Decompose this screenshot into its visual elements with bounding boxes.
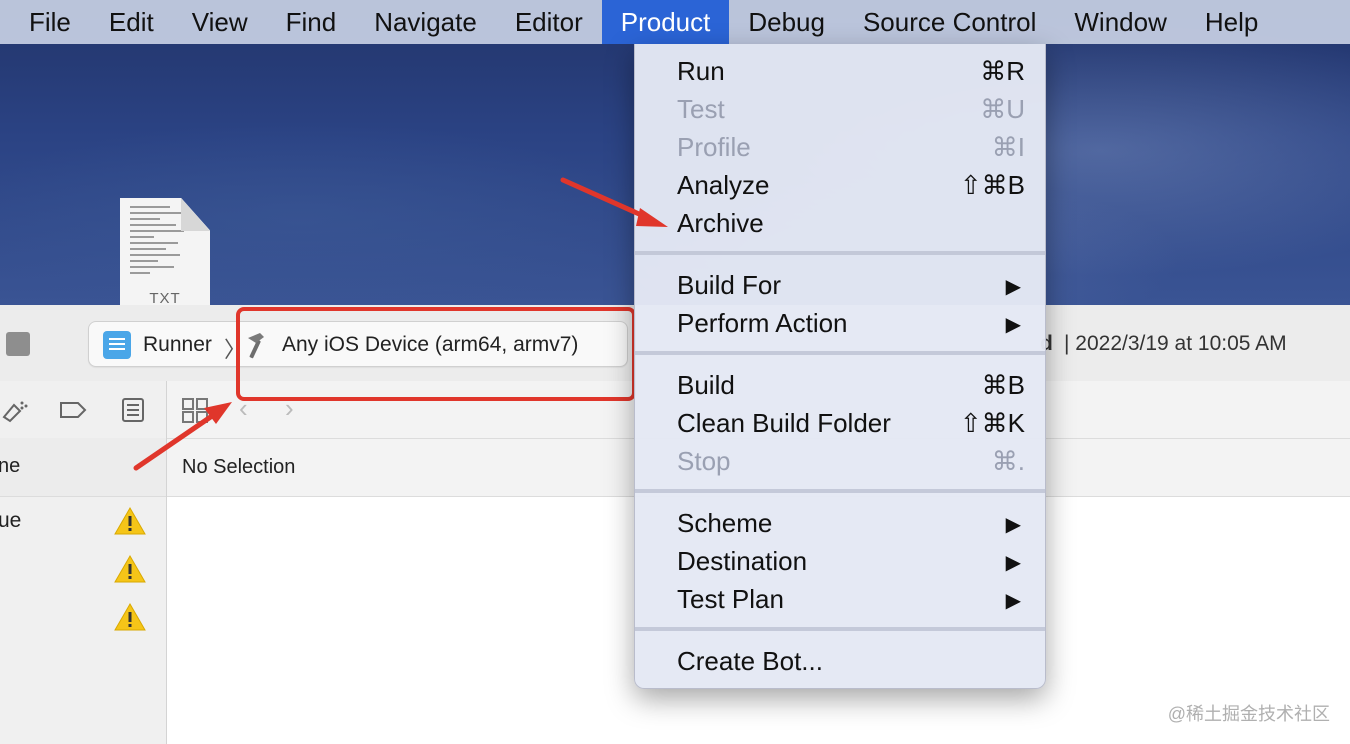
menu-item-test: Test ⌘U: [677, 94, 1025, 124]
submenu-arrow-icon: ▶: [1005, 590, 1021, 612]
menu-item-build[interactable]: Build ⌘B: [635, 366, 1045, 404]
stop-button[interactable]: [6, 332, 30, 356]
menu-debug[interactable]: Debug: [729, 0, 844, 44]
jump-bar-label: No Selection: [182, 456, 296, 478]
navigator-header: ne: [0, 438, 166, 497]
menu-edit[interactable]: Edit: [90, 0, 173, 44]
menu-separator: [635, 251, 1045, 255]
navigator-panel: ne ue: [0, 381, 167, 744]
issue-label[interactable]: ue: [0, 509, 21, 533]
scheme-name[interactable]: Runner: [143, 333, 212, 357]
menu-file[interactable]: File: [0, 0, 90, 44]
menu-separator: [635, 627, 1045, 631]
menu-item-archive[interactable]: Archive: [635, 204, 1045, 242]
menu-window[interactable]: Window: [1055, 0, 1185, 44]
related-items-grid-icon[interactable]: [181, 397, 211, 425]
warning-icon: [114, 554, 146, 583]
menu-item-build-for[interactable]: Build For ▶: [635, 266, 1045, 304]
menu-help[interactable]: Help: [1186, 0, 1277, 44]
menu-item-run[interactable]: Run ⌘R: [635, 52, 1045, 90]
menu-item-scheme[interactable]: Scheme ▶: [635, 504, 1045, 542]
menu-item-analyze[interactable]: Analyze ⇧⌘B: [635, 166, 1045, 204]
product-menu: Run ⌘R Test ⌘U Profile ⌘I Analyze ⇧⌘B Ar…: [634, 44, 1046, 689]
warning-icon: [114, 506, 146, 535]
menu-navigate[interactable]: Navigate: [355, 0, 496, 44]
submenu-arrow-icon: ▶: [1005, 552, 1021, 574]
menu-find[interactable]: Find: [267, 0, 356, 44]
activity-status-timestamp: | 2022/3/19 at 10:05 AM: [1064, 332, 1287, 355]
submenu-arrow-icon: ▶: [1005, 514, 1021, 536]
menu-separator: [635, 489, 1045, 493]
menu-item-clean-build-folder[interactable]: Clean Build Folder ⇧⌘K: [635, 404, 1045, 442]
watermark: @稀土掘金技术社区: [1167, 704, 1330, 724]
menu-item-destination[interactable]: Destination ▶: [635, 542, 1045, 580]
menu-editor[interactable]: Editor: [496, 0, 602, 44]
warning-icon: [114, 602, 146, 631]
navigator-header-label: ne: [0, 455, 21, 477]
menu-item-perform-action[interactable]: Perform Action ▶: [635, 304, 1045, 342]
test-navigator-icon[interactable]: [0, 397, 30, 423]
menu-source-control[interactable]: Source Control: [844, 0, 1055, 44]
menu-item-create-bot[interactable]: Create Bot...: [635, 642, 1045, 680]
navigator-tabs: [0, 381, 166, 439]
breakpoint-navigator-icon[interactable]: [58, 397, 88, 423]
submenu-arrow-icon: ▶: [1005, 314, 1021, 336]
menu-item-stop: Stop ⌘.: [677, 446, 1025, 476]
desktop-txt-file-icon[interactable]: TXT: [120, 198, 210, 307]
report-navigator-icon[interactable]: [118, 397, 148, 423]
menu-item-profile: Profile ⌘I: [677, 132, 1025, 162]
menu-product[interactable]: Product: [601, 0, 730, 44]
menu-bar: File Edit View Find Navigate Editor Prod…: [0, 0, 1350, 44]
submenu-arrow-icon: ▶: [1005, 276, 1021, 298]
menu-view[interactable]: View: [173, 0, 267, 44]
app-icon: [103, 331, 131, 359]
annotation-highlight-box: [236, 307, 636, 401]
menu-separator: [635, 351, 1045, 355]
menu-item-test-plan[interactable]: Test Plan ▶: [635, 580, 1045, 618]
